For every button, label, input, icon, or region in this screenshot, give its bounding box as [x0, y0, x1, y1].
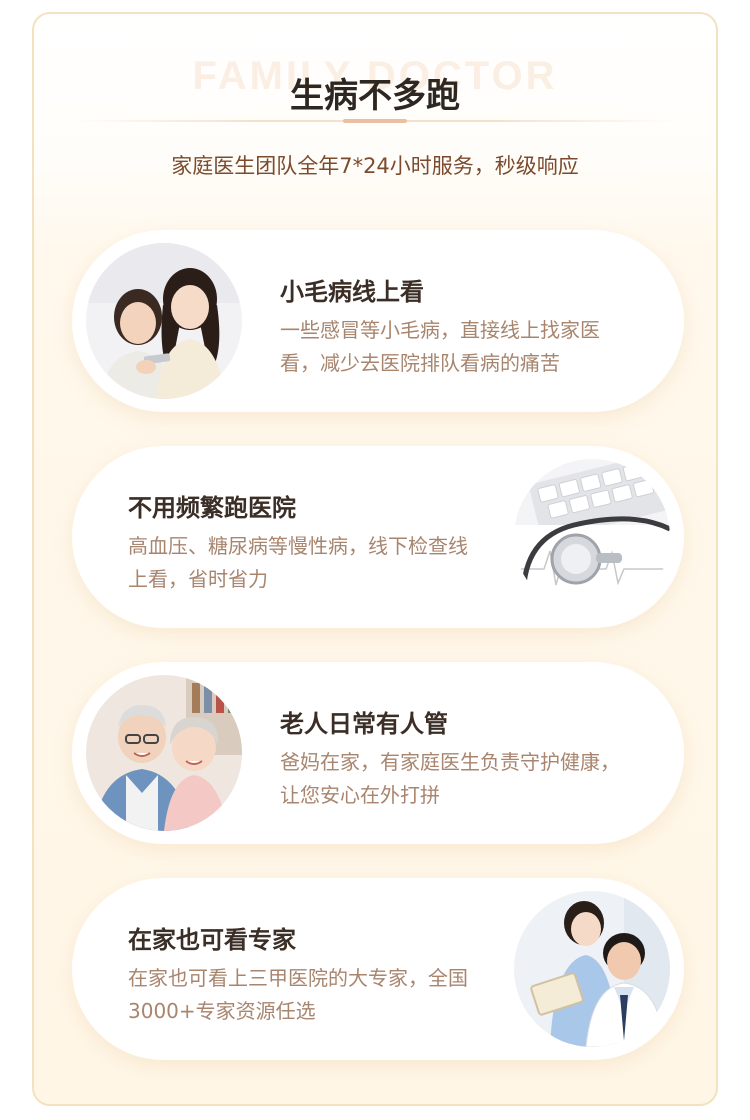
- feature-card-elderly-care[interactable]: 老人日常有人管 爸妈在家，有家庭医生负责守护健康，让您安心在外打拼: [72, 662, 684, 844]
- stethoscope-keyboard-photo: [514, 459, 670, 615]
- page-subtitle: 家庭医生团队全年7*24小时服务，秒级响应: [171, 154, 579, 178]
- card-description: 一些感冒等小毛病，直接线上找家医看，减少去医院排队看病的痛苦: [280, 318, 600, 375]
- elderly-couple-photo: [86, 675, 242, 831]
- card-title: 小毛病线上看: [280, 278, 424, 306]
- feature-card-expert-consult[interactable]: 在家也可看专家 在家也可看上三甲医院的大专家，全国3000+专家资源任选: [72, 878, 684, 1060]
- title-accent-bar: [343, 119, 407, 123]
- card-title: 老人日常有人管: [280, 710, 448, 738]
- feature-panel: FAMILY DOCTOR 生病不多跑 家庭医生团队全年7*24小时服务，秒级响…: [32, 12, 718, 1106]
- feature-card-less-hospital-visits[interactable]: 不用频繁跑医院 高血压、糖尿病等慢性病，线下检查线上看，省时省力: [72, 446, 684, 628]
- card-description: 高血压、糖尿病等慢性病，线下检查线上看，省时省力: [128, 534, 468, 591]
- card-title: 不用频繁跑医院: [128, 494, 296, 522]
- mother-daughter-phone-photo: [86, 243, 242, 399]
- card-description: 在家也可看上三甲医院的大专家，全国3000+专家资源任选: [128, 966, 468, 1023]
- feature-card-online-consult[interactable]: 小毛病线上看 一些感冒等小毛病，直接线上找家医看，减少去医院排队看病的痛苦: [72, 230, 684, 412]
- card-description: 爸妈在家，有家庭医生负责守护健康，让您安心在外打拼: [280, 750, 620, 807]
- card-title: 在家也可看专家: [128, 926, 296, 954]
- page-title: 生病不多跑: [290, 76, 460, 116]
- doctors-consulting-photo: [514, 891, 670, 1047]
